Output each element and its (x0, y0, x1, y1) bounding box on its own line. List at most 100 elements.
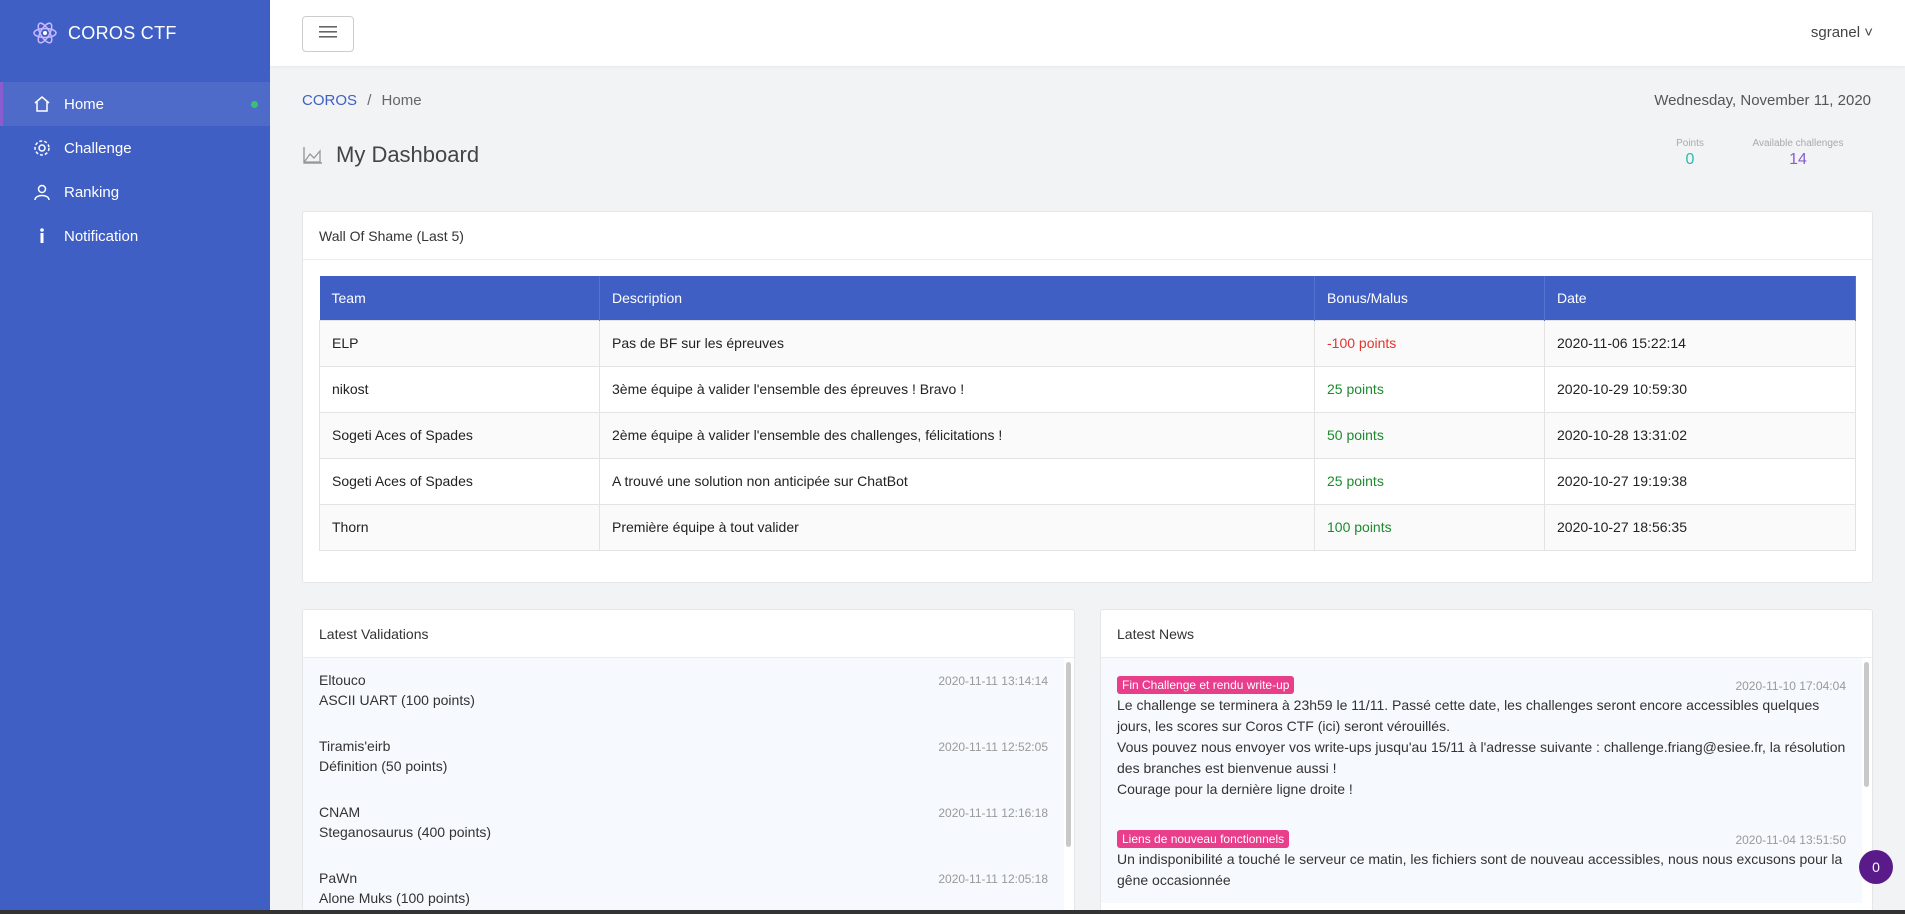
date-cell: 2020-10-27 19:19:38 (1544, 457, 1856, 505)
sidebar-nav: Home Challenge Ranking Notification (0, 82, 270, 258)
news-text-line: Courage pour la dernière ligne droite ! (1117, 781, 1353, 797)
breadcrumb: COROS / Home (302, 92, 422, 109)
news-list: Fin Challenge et rendu write-up 2020-11-1… (1101, 658, 1862, 914)
atom-logo-icon (32, 20, 58, 46)
wall-of-shame-table-wrap: Team Description Bonus/Malus Date ELP Pas… (303, 260, 1872, 567)
news-timestamp: 2020-11-10 17:04:04 (1735, 679, 1846, 693)
news-item: Fin Challenge et rendu write-up 2020-11-1… (1101, 658, 1862, 812)
table-row: Sogeti Aces of Spades 2ème équipe à valid… (319, 411, 1856, 459)
news-text-line: Vous pouvez nous envoyer vos write-ups j… (1117, 739, 1846, 776)
date-cell: 2020-10-29 10:59:30 (1544, 365, 1856, 413)
brand-name: COROS CTF (68, 22, 177, 43)
validations-list: Eltouco ASCII UART (100 points) 2020-11-11… (303, 658, 1064, 914)
sidebar-item-label: Notification (64, 227, 139, 245)
news-timestamp: 2020-11-04 13:51:50 (1735, 833, 1846, 847)
description-cell: Première équipe à tout valider (599, 503, 1315, 551)
team-cell: ELP (319, 319, 600, 367)
column-header: Date (1544, 276, 1856, 320)
column-header: Bonus/Malus (1314, 276, 1545, 320)
page-title-text: My Dashboard (336, 142, 480, 167)
sidebar-item-challenge[interactable]: Challenge (0, 126, 270, 170)
table-row: Sogeti Aces of Spades A trouvé une soluti… (319, 457, 1856, 505)
sidebar-item-label: Challenge (64, 139, 132, 157)
bottom-bar (0, 910, 1905, 914)
table-header-row: Team Description Bonus/Malus Date (319, 276, 1856, 320)
wall-of-shame-card: Wall Of Shame (Last 5) Team Description … (302, 211, 1873, 583)
hamburger-icon (319, 25, 337, 43)
area-chart-icon (302, 144, 324, 166)
table-row: Thorn Première équipe à tout valider 100 p… (319, 503, 1856, 551)
info-icon (32, 226, 52, 246)
column-header: Team (319, 276, 600, 320)
team-cell: Thorn (319, 503, 600, 551)
column-header: Description (599, 276, 1315, 320)
points-label: Points (1676, 138, 1704, 149)
wall-of-shame-title: Wall Of Shame (Last 5) (303, 212, 1872, 260)
validation-item: CNAM Steganosaurus (400 points) 2020-11-11… (303, 790, 1064, 856)
latest-validations-card: Latest Validations Eltouco ASCII UART (10… (302, 609, 1075, 914)
sidebar-item-label: Ranking (64, 183, 120, 201)
menu-toggle-button[interactable] (302, 16, 354, 52)
challenges-label: Available challenges (1752, 138, 1844, 149)
brand[interactable]: COROS CTF (0, 0, 270, 66)
validation-item: Tiramis'eirb Définition (50 points) 2020-1… (303, 724, 1064, 790)
user-icon (32, 182, 52, 202)
points-value: 0 (1685, 151, 1695, 168)
date-cell: 2020-10-27 18:56:35 (1544, 503, 1856, 551)
latest-news-title: Latest News (1101, 610, 1872, 658)
user-menu[interactable]: sgranel ˅ (1811, 24, 1873, 41)
table-row: ELP Pas de BF sur les épreuves -100 points… (319, 319, 1856, 367)
page-title: My Dashboard (302, 142, 479, 168)
description-cell: Pas de BF sur les épreuves (599, 319, 1315, 367)
challenges-stat: Available challenges 14 (1733, 138, 1863, 169)
validation-challenge: ASCII UART (100 points) (319, 692, 475, 708)
news-item: Liens de nouveau fonctionnels 2020-11-04 … (1101, 812, 1862, 903)
validation-timestamp: 2020-11-11 12:52:05 (938, 740, 1048, 754)
points-stat: Points 0 (1660, 138, 1720, 169)
validations-scrollbar[interactable] (1066, 662, 1071, 847)
home-icon (32, 94, 52, 114)
team-cell: Sogeti Aces of Spades (319, 457, 600, 505)
notification-count-button[interactable]: 0 (1859, 850, 1893, 884)
latest-news-card: Latest News Fin Challenge et rendu write… (1100, 609, 1873, 914)
description-cell: A trouvé une solution non anticipée sur … (599, 457, 1315, 505)
bonus-cell: 25 points (1314, 365, 1545, 413)
news-text-line: Un indisponibilité a touché le serveur c… (1117, 851, 1843, 888)
active-dot (251, 100, 258, 108)
gear-icon (32, 138, 52, 158)
sidebar-item-home[interactable]: Home (0, 82, 270, 126)
latest-validations-title: Latest Validations (303, 610, 1074, 658)
date-cell: 2020-10-28 13:31:02 (1544, 411, 1856, 459)
bonus-cell: -100 points (1314, 319, 1545, 367)
news-text-line: Le challenge se terminera à 23h59 le 11/… (1117, 697, 1820, 734)
challenges-value: 14 (1789, 151, 1807, 168)
news-badge: Liens de nouveau fonctionnels (1117, 830, 1290, 848)
topbar: sgranel ˅ (270, 0, 1905, 66)
validation-challenge: Définition (50 points) (319, 758, 448, 774)
bonus-cell: 100 points (1314, 503, 1545, 551)
main-content: COROS / Home Wednesday, November 11, 202… (270, 66, 1905, 914)
validation-item: Eltouco ASCII UART (100 points) 2020-11-11… (303, 658, 1064, 724)
sidebar: COROS CTF Home Challenge Ranking Notific… (0, 0, 270, 914)
breadcrumb-separator: / (367, 92, 372, 109)
news-scrollbar[interactable] (1864, 662, 1869, 787)
breadcrumb-root-link[interactable]: COROS (302, 92, 357, 109)
bonus-cell: 25 points (1314, 457, 1545, 505)
breadcrumb-current: Home (381, 92, 422, 109)
validation-challenge: Alone Muks (100 points) (319, 890, 470, 906)
sidebar-item-notification[interactable]: Notification (0, 214, 270, 258)
validation-item: PaWn Alone Muks (100 points) 2020-11-11 12… (303, 856, 1064, 914)
validation-timestamp: 2020-11-11 12:16:18 (938, 806, 1048, 820)
sidebar-item-ranking[interactable]: Ranking (0, 170, 270, 214)
team-cell: Sogeti Aces of Spades (319, 411, 600, 459)
table-row: nikost 3ème équipe à valider l'ensemble d… (319, 365, 1856, 413)
wall-of-shame-table: Team Description Bonus/Malus Date ELP Pas… (319, 276, 1856, 551)
team-cell: nikost (319, 365, 600, 413)
validation-timestamp: 2020-11-11 12:05:18 (938, 872, 1048, 886)
description-cell: 3ème équipe à valider l'ensemble des épr… (599, 365, 1315, 413)
date-cell: 2020-11-06 15:22:14 (1544, 319, 1856, 367)
validation-challenge: Steganosaurus (400 points) (319, 824, 491, 840)
news-badge: Fin Challenge et rendu write-up (1117, 676, 1295, 694)
validation-timestamp: 2020-11-11 13:14:14 (938, 674, 1048, 688)
description-cell: 2ème équipe à valider l'ensemble des cha… (599, 411, 1315, 459)
